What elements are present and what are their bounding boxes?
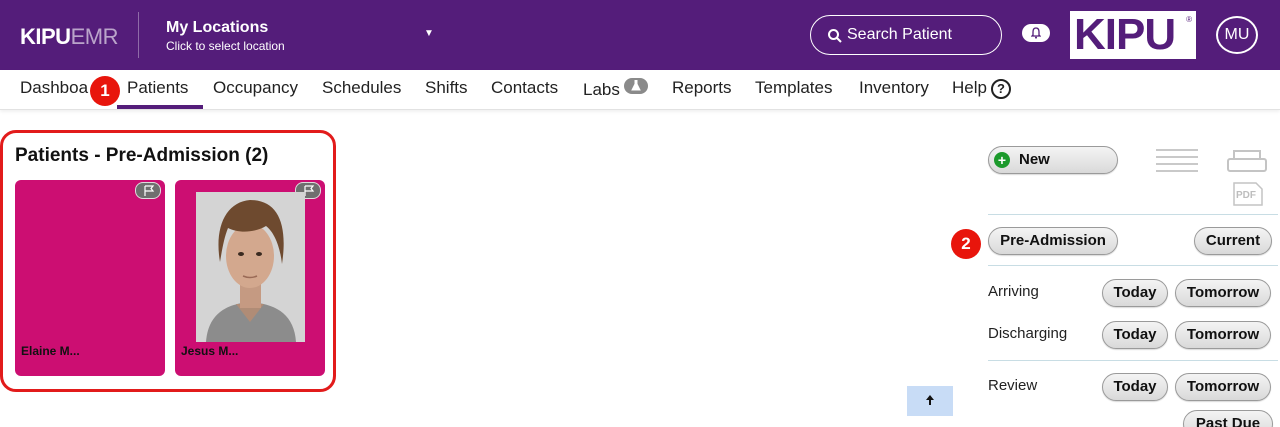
flask-icon (623, 78, 648, 94)
search-patient-label: Search Patient (847, 26, 952, 43)
divider (988, 265, 1278, 266)
patient-name: Jesus M... (181, 344, 239, 358)
step-marker-2: 2 (951, 229, 981, 259)
notifications-button[interactable] (1022, 24, 1050, 42)
nav-inventory[interactable]: Inventory (859, 78, 929, 98)
top-header: KIPUEMR My Locations Click to select loc… (0, 0, 1280, 70)
nav-help-label: Help (952, 78, 987, 97)
arriving-tomorrow-button[interactable]: Tomorrow (1175, 279, 1271, 307)
scroll-to-top-button[interactable] (907, 386, 953, 416)
logo-text: KIPU (1074, 10, 1176, 59)
nav-schedules[interactable]: Schedules (322, 78, 401, 98)
patient-photo (196, 192, 305, 342)
review-today-button[interactable]: Today (1102, 373, 1168, 401)
list-view-icon[interactable] (1156, 149, 1198, 173)
divider (988, 360, 1278, 361)
arriving-today-button[interactable]: Today (1102, 279, 1168, 307)
pre-admission-button[interactable]: Pre-Admission (988, 227, 1118, 255)
nav-dashboard[interactable]: Dashboa (20, 78, 88, 98)
nav-labs-label: Labs (583, 80, 620, 99)
search-icon (828, 29, 842, 43)
kipu-logo: KIPU ® (1070, 11, 1196, 59)
chevron-down-icon[interactable]: ▼ (424, 28, 434, 39)
location-subtitle[interactable]: Click to select location (166, 39, 285, 53)
main-nav: Dashboa Patients Occupancy Schedules Shi… (0, 70, 1280, 110)
nav-reports[interactable]: Reports (672, 78, 732, 98)
bell-icon (1031, 27, 1041, 39)
pdf-icon[interactable]: PDF (1232, 182, 1264, 206)
discharging-tomorrow-button[interactable]: Tomorrow (1175, 321, 1271, 349)
flag-icon (144, 185, 155, 196)
patient-card[interactable]: Elaine M... (15, 180, 165, 376)
help-icon: ? (990, 79, 1011, 99)
header-divider (138, 12, 139, 58)
flag-button[interactable] (135, 182, 161, 199)
printer-icon[interactable] (1226, 150, 1268, 174)
review-label: Review (988, 377, 1038, 394)
new-button[interactable]: + New (988, 146, 1118, 174)
nav-occupancy[interactable]: Occupancy (213, 78, 298, 98)
search-patient-button[interactable]: Search Patient (810, 15, 1002, 55)
nav-shifts[interactable]: Shifts (425, 78, 468, 98)
arriving-label: Arriving (988, 283, 1039, 300)
review-past-due-button[interactable]: Past Due (1183, 410, 1273, 427)
pdf-icon-label: PDF (1236, 190, 1256, 201)
nav-labs[interactable]: Labs (583, 78, 648, 100)
discharging-label: Discharging (988, 325, 1068, 342)
discharging-today-button[interactable]: Today (1102, 321, 1168, 349)
step-marker-1: 1 (90, 76, 120, 106)
patient-card[interactable]: Jesus M... (175, 180, 325, 376)
page-title: Patients - Pre-Admission (2) (15, 145, 269, 166)
logo-registered-mark: ® (1186, 15, 1192, 24)
location-title[interactable]: My Locations (166, 19, 268, 37)
divider (988, 214, 1278, 215)
patient-name: Elaine M... (21, 344, 80, 358)
nav-templates[interactable]: Templates (755, 78, 832, 98)
nav-contacts[interactable]: Contacts (491, 78, 558, 98)
nav-patients[interactable]: Patients (127, 78, 188, 98)
arrow-up-icon (926, 395, 934, 405)
plus-icon: + (994, 152, 1010, 168)
app-brand[interactable]: KIPUEMR (20, 24, 118, 50)
nav-help[interactable]: Help? (952, 78, 1011, 99)
new-button-label: New (1019, 151, 1050, 168)
current-button[interactable]: Current (1194, 227, 1272, 255)
review-tomorrow-button[interactable]: Tomorrow (1175, 373, 1271, 401)
user-avatar[interactable]: MU (1216, 16, 1258, 54)
nav-active-indicator (117, 105, 203, 109)
